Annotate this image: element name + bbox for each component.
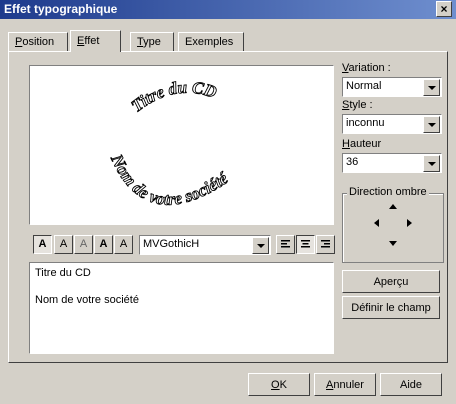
window-title: Effet typographique bbox=[4, 2, 118, 16]
text-style-button-outline[interactable]: A bbox=[54, 235, 73, 254]
aide-button[interactable]: Aide bbox=[380, 373, 442, 396]
preview-canvas: Titre du CD Nom de votre société bbox=[106, 77, 233, 209]
tab-exemples[interactable]: Exemples bbox=[178, 32, 244, 51]
text-line-2: Nom de votre société bbox=[35, 294, 139, 306]
tab-effet[interactable]: Effet bbox=[70, 30, 121, 52]
chevron-down-icon[interactable] bbox=[252, 237, 269, 254]
variation-select[interactable]: Normal bbox=[342, 77, 442, 97]
annuler-button[interactable]: Annuler bbox=[314, 373, 376, 396]
text-entry-area[interactable]: Titre du CD Nom de votre société bbox=[29, 262, 334, 354]
preview-area: Titre du CD Nom de votre société bbox=[29, 65, 334, 225]
arrow-left-icon[interactable] bbox=[374, 219, 379, 227]
arrow-down-icon[interactable] bbox=[389, 241, 397, 246]
dialog-window: Effet typographique × Position Effet Typ… bbox=[0, 0, 456, 404]
close-icon[interactable]: × bbox=[436, 1, 452, 17]
align-center-button[interactable] bbox=[296, 235, 315, 254]
align-left-icon bbox=[281, 240, 290, 248]
text-style-button-normal[interactable]: A bbox=[33, 235, 52, 254]
align-right-icon bbox=[321, 240, 330, 248]
align-center-icon bbox=[301, 240, 310, 248]
align-right-button[interactable] bbox=[316, 235, 335, 254]
tab-type[interactable]: Type bbox=[130, 32, 174, 51]
tab-position[interactable]: Position bbox=[8, 32, 68, 51]
definir-champ-button[interactable]: Définir le champ bbox=[342, 296, 440, 319]
shadow-direction-group: Direction ombre bbox=[342, 186, 444, 263]
text-style-button-shadow[interactable]: A bbox=[74, 235, 93, 254]
chevron-down-icon[interactable] bbox=[423, 155, 440, 172]
apercu-button[interactable]: Aperçu bbox=[342, 270, 440, 293]
chevron-down-icon[interactable] bbox=[423, 79, 440, 96]
hauteur-select[interactable]: 36 bbox=[342, 153, 442, 173]
align-left-button[interactable] bbox=[276, 235, 295, 254]
preview-bottom-text: Nom de votre société bbox=[107, 151, 233, 209]
chevron-down-icon[interactable] bbox=[423, 116, 440, 133]
ok-button[interactable]: OK bbox=[248, 373, 310, 396]
text-style-button-frame[interactable]: A bbox=[114, 235, 133, 254]
arrow-up-icon[interactable] bbox=[389, 204, 397, 209]
style-select[interactable]: inconnu bbox=[342, 114, 442, 134]
arrow-right-icon[interactable] bbox=[407, 219, 412, 227]
shadow-arrows bbox=[374, 204, 412, 246]
font-select[interactable]: MVGothicH bbox=[139, 235, 271, 255]
style-label: Style : bbox=[342, 99, 373, 111]
title-bar: Effet typographique × bbox=[0, 0, 456, 19]
hauteur-label: Hauteur bbox=[342, 138, 382, 150]
preview-top-text: Titre du CD bbox=[128, 78, 219, 116]
text-style-button-inverse[interactable]: A bbox=[94, 235, 113, 254]
variation-label: Variation : bbox=[342, 62, 391, 74]
text-line-1: Titre du CD bbox=[35, 267, 91, 279]
